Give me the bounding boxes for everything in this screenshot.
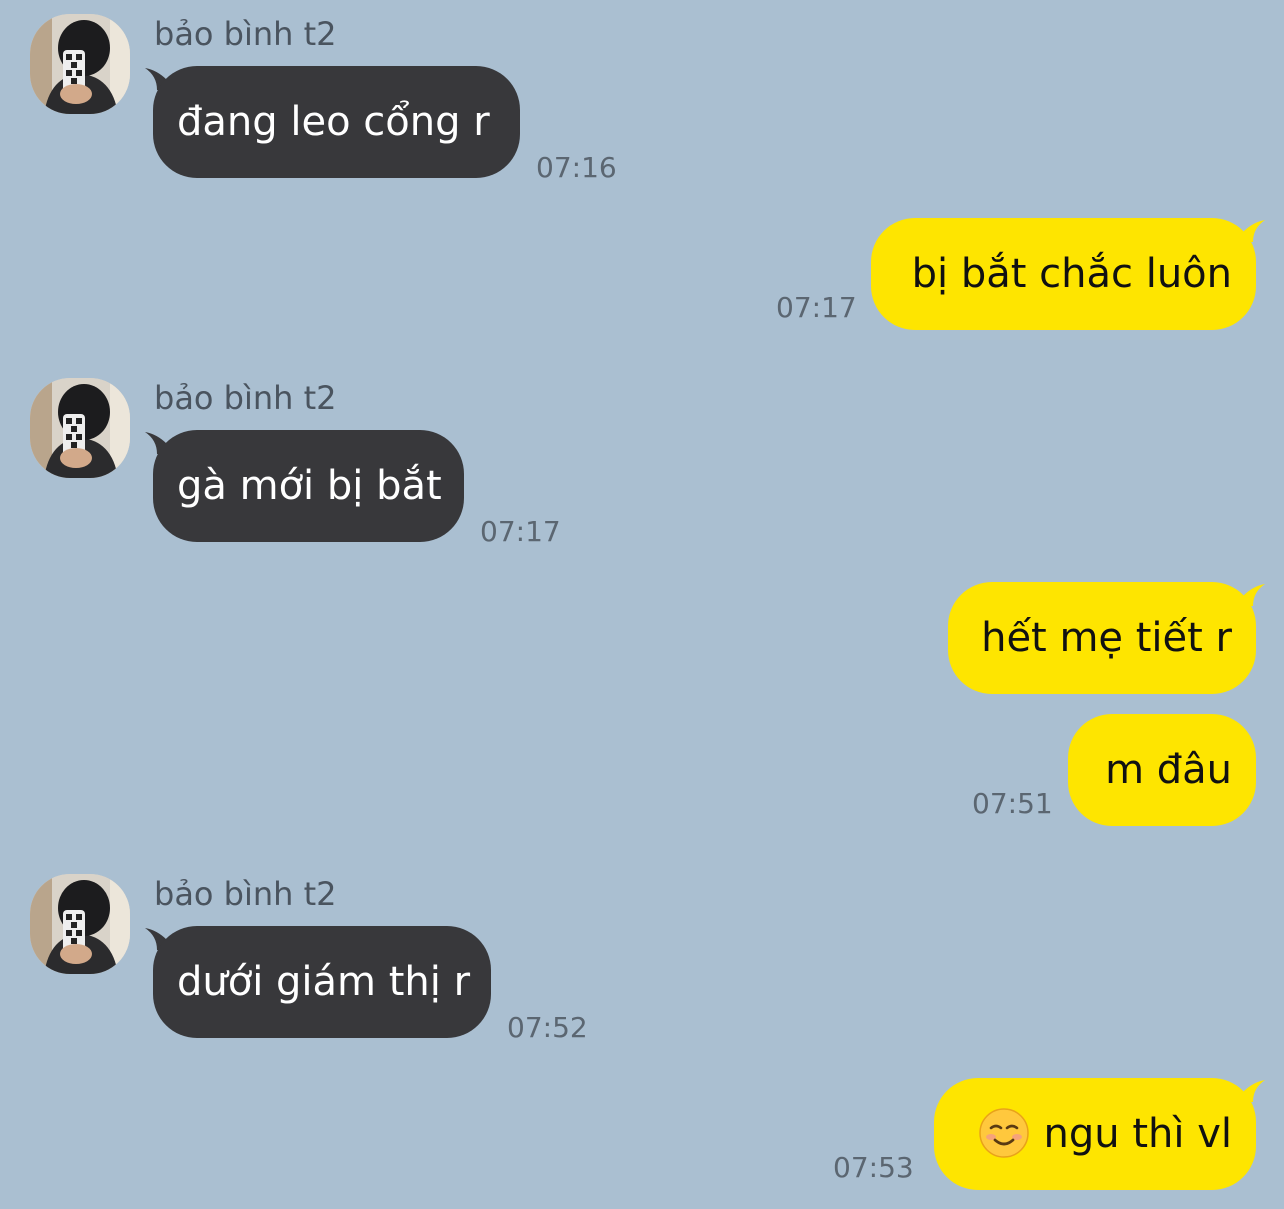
message-bubble[interactable]: gà mới bị bắt xyxy=(153,430,464,542)
message-bubble[interactable]: đang leo cổng r xyxy=(153,66,520,178)
message-bubble[interactable]: m đâu xyxy=(1068,714,1256,826)
sender-name: bảo bình t2 xyxy=(154,15,337,53)
smiling-face-icon xyxy=(978,1107,1030,1159)
message-bubble[interactable]: bị bắt chắc luôn xyxy=(871,218,1256,330)
message-time: 07:17 xyxy=(480,515,561,548)
chat-area[interactable]: bảo bình t2 đang leo cổng r 07:16 07:17 … xyxy=(0,0,1284,1209)
message-time: 07:17 xyxy=(776,291,857,324)
message-text: gà mới bị bắt xyxy=(177,463,442,509)
avatar-photo xyxy=(30,874,130,974)
message-bubble[interactable]: dưới giám thị r xyxy=(153,926,491,1038)
message-bubble[interactable]: ngu thì vl xyxy=(934,1078,1256,1190)
message-text: m đâu xyxy=(1105,747,1232,793)
sender-name: bảo bình t2 xyxy=(154,379,337,417)
avatar[interactable] xyxy=(30,874,130,974)
message-time: 07:16 xyxy=(536,151,617,184)
message-time: 07:53 xyxy=(833,1151,914,1184)
avatar[interactable] xyxy=(30,378,130,478)
message-text: bị bắt chắc luôn xyxy=(911,251,1232,297)
message-bubble[interactable]: hết mẹ tiết r xyxy=(948,582,1256,694)
message-time: 07:52 xyxy=(507,1011,588,1044)
message-text: đang leo cổng r xyxy=(177,99,490,145)
message-text: dưới giám thị r xyxy=(177,959,471,1005)
avatar[interactable] xyxy=(30,14,130,114)
sender-name: bảo bình t2 xyxy=(154,875,337,913)
message-text: hết mẹ tiết r xyxy=(981,615,1232,661)
message-time: 07:51 xyxy=(972,787,1053,820)
bubble-tail xyxy=(1243,220,1265,242)
avatar-photo xyxy=(30,378,130,478)
message-text: ngu thì vl xyxy=(1043,1111,1232,1157)
bubble-tail xyxy=(1243,584,1265,606)
avatar-photo xyxy=(30,14,130,114)
bubble-tail xyxy=(1243,1080,1265,1102)
